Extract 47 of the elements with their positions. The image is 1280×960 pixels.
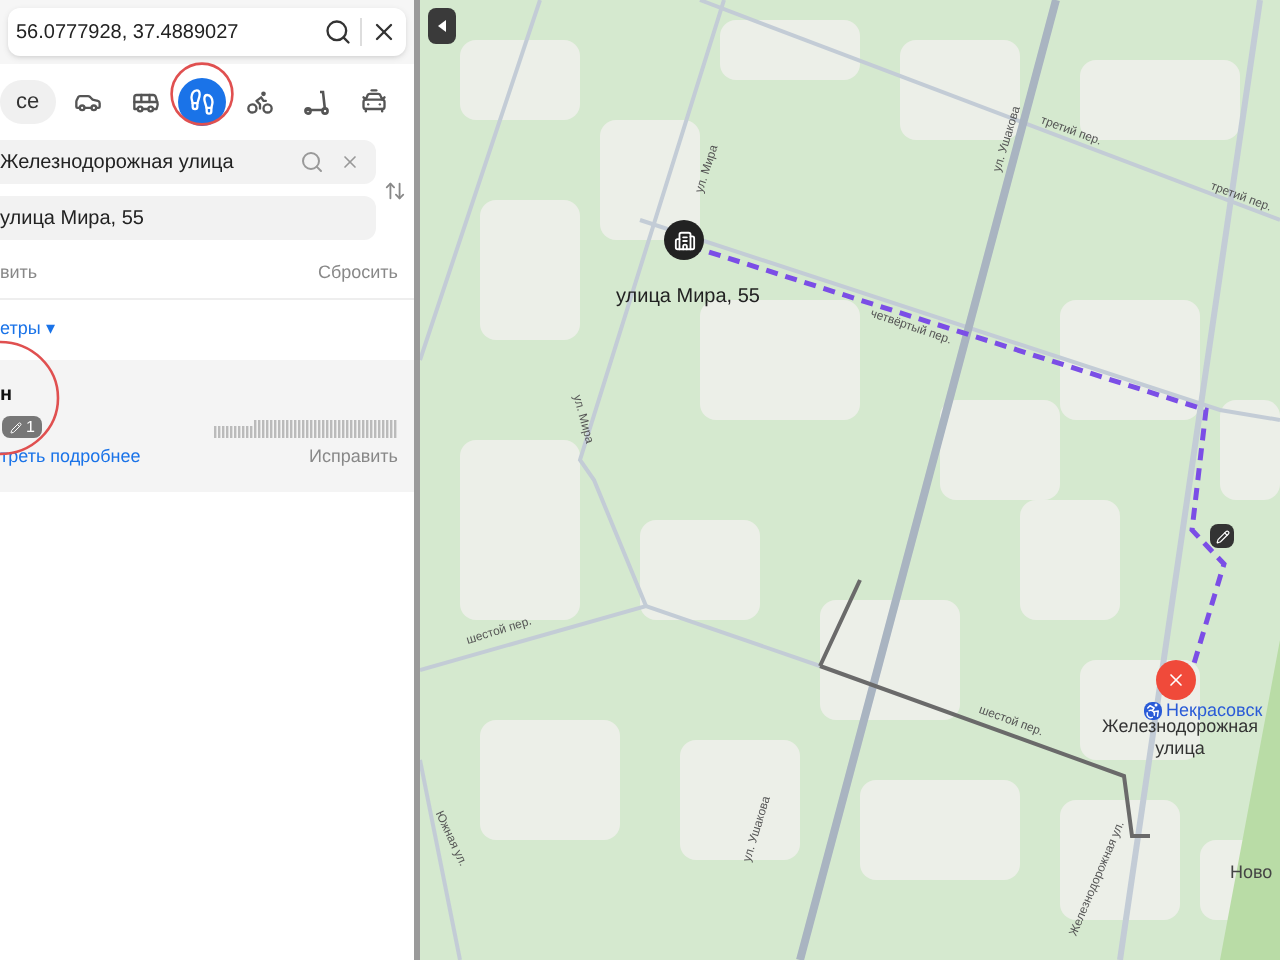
route-title: н [0,382,15,411]
bike-icon [245,88,274,116]
house-plot [720,20,860,80]
annotation-ring [170,62,234,126]
search-icon[interactable] [324,18,352,46]
walk-mode-button[interactable] [178,78,227,126]
close-icon[interactable] [370,18,398,46]
search-field[interactable]: 56.0777928, 37.4889027 [8,8,406,56]
area-label: Ново [1230,860,1273,886]
add-link[interactable]: вить [0,259,38,287]
parameters-link[interactable]: етры ▾ [0,316,56,344]
house-plot [640,520,760,620]
house-plot [680,740,800,860]
route-edit-icon[interactable] [1210,524,1234,548]
building-icon [673,229,695,251]
house-plot [480,200,580,340]
destination-label: улица Мира, 55 [616,284,760,312]
scooter-icon [302,88,331,116]
cross-icon [1166,670,1186,690]
to-value: улица Мира, 55 [0,205,144,233]
house-plot [1220,400,1280,500]
house-plot [1060,300,1200,420]
taxi-icon [360,88,388,116]
caret-icon [438,20,446,32]
metro-station-icon [1144,702,1162,721]
pencil-icon [10,421,22,434]
clear-icon[interactable] [340,152,360,172]
house-plot [940,400,1060,500]
from-value: Железнодорожная улица [0,149,236,177]
bus-icon [131,88,160,116]
badge-count: 1 [26,415,35,440]
house-plot [600,120,700,240]
station-label: Некрасовск [1166,698,1263,720]
start-label: Железнодорожная улица [1100,716,1258,760]
house-plot [460,40,580,120]
mode-chip[interactable]: се [0,80,56,124]
destination-marker[interactable] [664,220,704,260]
from-field[interactable]: Железнодорожная улица [0,140,376,184]
collapse-panel-button[interactable] [428,8,456,44]
walking-person-icon [188,88,217,116]
swap-icon[interactable] [384,179,406,201]
house-plot [480,720,620,840]
pencil-icon [1215,529,1229,543]
to-field[interactable]: улица Мира, 55 [0,196,376,240]
search-value: 56.0777928, 37.4889027 [16,19,241,47]
house-plot [1020,500,1120,620]
reset-link[interactable]: Сбросить [317,259,398,287]
